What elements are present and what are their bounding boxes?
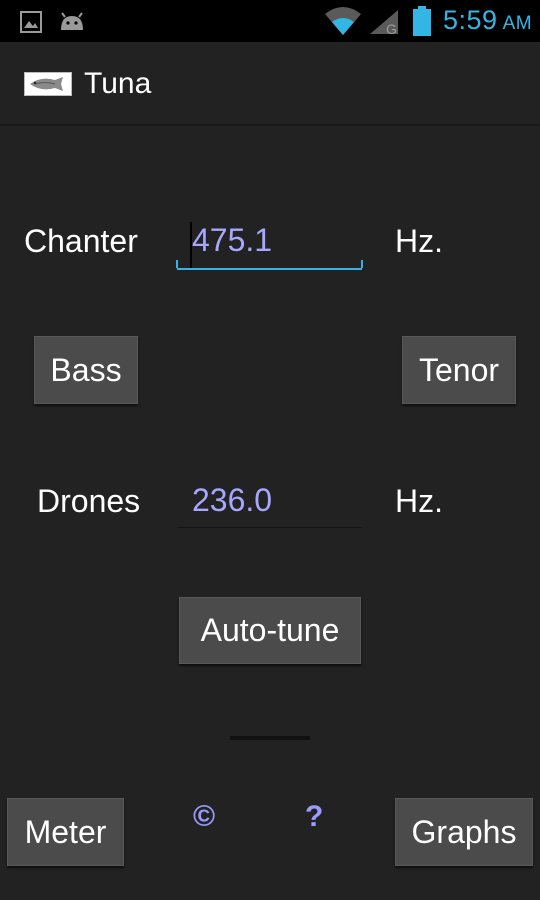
bass-button[interactable]: Bass [34, 336, 138, 404]
tuna-fish-icon[interactable] [24, 72, 72, 96]
clock-ampm: AM [502, 13, 533, 34]
chanter-unit: Hz. [395, 223, 443, 259]
status-bar: G 5:59 AM [0, 0, 540, 42]
android-icon [61, 12, 83, 30]
action-bar: Tuna [0, 42, 540, 126]
app-screen: G 5:59 AM Tuna Chanter 475.1 Hz. Bass Ten… [0, 0, 540, 900]
tenor-button[interactable]: Tenor [402, 336, 516, 404]
text-cursor [190, 222, 192, 268]
chanter-frequency-value: 475.1 [192, 222, 273, 258]
graphs-button[interactable]: Graphs [395, 798, 533, 866]
svg-text:G: G [386, 21, 397, 36]
drones-unit: Hz. [395, 483, 443, 519]
signal-icon: G [370, 10, 398, 36]
copyright-link[interactable]: © [193, 800, 215, 834]
chanter-label: Chanter [24, 223, 138, 259]
app-title: Tuna [84, 67, 152, 100]
auto-tune-button[interactable]: Auto-tune [179, 597, 361, 664]
wifi-icon [325, 7, 361, 35]
clock: 5:59 AM [443, 5, 532, 36]
clock-time: 5:59 [443, 5, 498, 35]
drones-frequency-value: 236.0 [192, 482, 273, 518]
meter-button[interactable]: Meter [7, 798, 124, 866]
divider [230, 736, 310, 740]
picture-icon [20, 11, 42, 33]
help-link[interactable]: ? [305, 800, 323, 834]
drones-label: Drones [37, 483, 141, 519]
battery-icon [413, 6, 431, 36]
drones-frequency-input[interactable]: 236.0 [177, 484, 362, 528]
chanter-frequency-input[interactable]: 475.1 [176, 222, 363, 270]
